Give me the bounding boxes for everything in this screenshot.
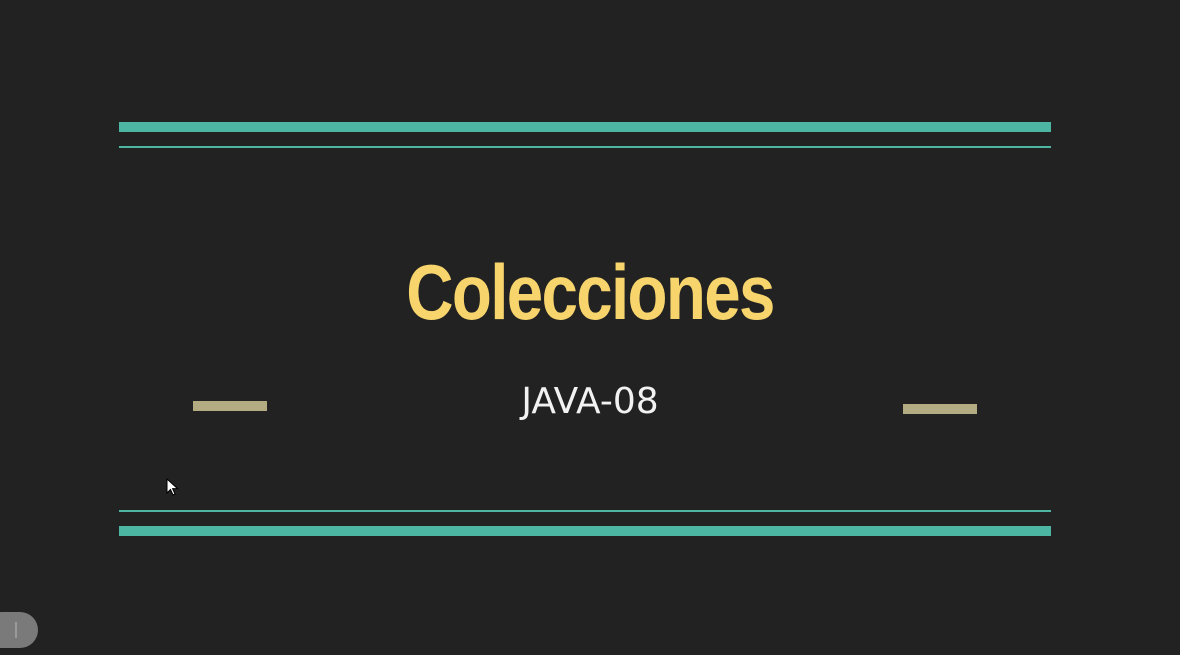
grip-icon (15, 622, 17, 638)
player-control-pill[interactable] (0, 612, 38, 648)
top-thin-rule (119, 146, 1051, 148)
top-thick-rule (119, 122, 1051, 132)
mouse-pointer-icon (166, 477, 180, 498)
presentation-slide: Colecciones JAVA-08 (0, 0, 1180, 655)
slide-title: Colecciones (406, 248, 775, 336)
bottom-thin-rule (119, 510, 1051, 512)
bottom-thick-rule (119, 526, 1051, 536)
slide-subtitle: JAVA-08 (521, 381, 659, 422)
right-accent-bar (903, 404, 977, 414)
